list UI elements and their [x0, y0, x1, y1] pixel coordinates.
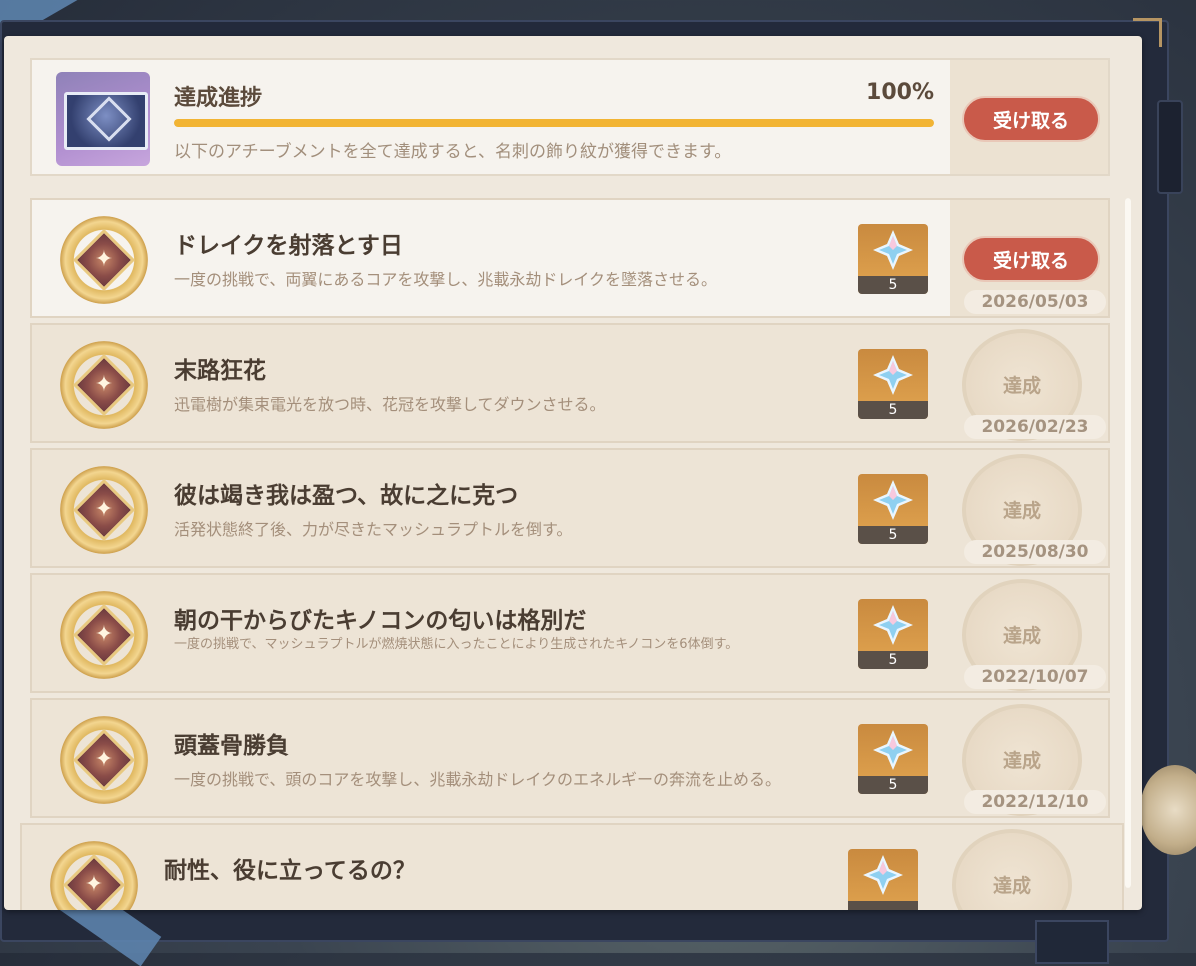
primogem-reward: 5 [858, 599, 928, 669]
achievement-description: 迅電樹が集束電光を放つ時、花冠を攻撃してダウンさせる。 [174, 395, 606, 414]
progress-card: 達成進捗 100% 以下のアチーブメントを全て達成すると、名刺の飾り紋が獲得でき… [30, 58, 1110, 176]
progress-bar-fill [174, 119, 934, 127]
achievement-medal-icon: ✦ [60, 341, 148, 429]
achievement-title: 彼は竭き我は盈つ、故に之に克つ [174, 483, 519, 509]
completed-label: 達成 [1002, 500, 1041, 522]
completed-label: 達成 [1002, 625, 1041, 647]
achievement-description: 一度の挑戦で、頭のコアを攻撃し、兆載永劫ドレイクのエネルギーの奔流を止める。 [174, 770, 782, 789]
progress-description: 以下のアチーブメントを全て達成すると、名刺の飾り紋が獲得できます。 [174, 142, 732, 162]
star-icon: ✦ [94, 497, 114, 522]
achievement-description: 一度の挑戦で、両翼にあるコアを攻撃し、兆載永劫ドレイクを墜落させる。 [174, 270, 718, 289]
claim-reward-button[interactable]: 受け取る [962, 236, 1100, 282]
progress-bar [174, 119, 934, 127]
achievement-title: 頭蓋骨勝負 [174, 733, 289, 759]
star-icon: ✦ [94, 747, 114, 772]
primogem-icon [873, 730, 913, 770]
completion-date: 2026/05/03 [964, 290, 1106, 314]
completion-date: 2026/02/23 [964, 415, 1106, 439]
progress-percent: 100% [866, 80, 934, 105]
reward-count: 5 [858, 276, 928, 294]
completed-label: 達成 [1002, 750, 1041, 772]
achievement-title: 耐性、役に立ってるの？ [164, 858, 416, 884]
completion-date: 2025/08/30 [964, 540, 1106, 564]
achievement-panel: 達成進捗 100% 以下のアチーブメントを全て達成すると、名刺の飾り紋が獲得でき… [4, 36, 1142, 910]
reward-count: 5 [858, 526, 928, 544]
achievement-row[interactable]: ✦ 朝の干からびたキノコンの匂いは格別だ 一度の挑戦で、マッシュラプトルが燃焼状… [30, 573, 1110, 693]
achievement-medal-icon: ✦ [50, 841, 138, 910]
completion-date: 2022/10/07 [964, 665, 1106, 689]
reward-count: 5 [858, 776, 928, 794]
achievement-row[interactable]: ✦ 耐性、役に立ってるの？ 達成 [20, 823, 1124, 910]
star-icon: ✦ [94, 247, 114, 272]
scrollbar-thumb[interactable] [1125, 198, 1131, 888]
primogem-icon [863, 855, 903, 895]
primogem-icon [873, 605, 913, 645]
completed-label: 達成 [1002, 375, 1041, 397]
primogem-icon [873, 355, 913, 395]
namecard-reward-image [56, 72, 150, 166]
achievement-description: 活発状態終了後、力が尽きたマッシュラプトルを倒す。 [174, 520, 573, 539]
claim-namecard-button[interactable]: 受け取る [962, 96, 1100, 142]
primogem-reward: 5 [858, 724, 928, 794]
completed-label: 達成 [992, 875, 1031, 897]
primogem-icon [873, 230, 913, 270]
completion-date: 2022/12/10 [964, 790, 1106, 814]
achievement-row[interactable]: ✦ 頭蓋骨勝負 一度の挑戦で、頭のコアを攻撃し、兆載永劫ドレイクのエネルギーの奔… [30, 698, 1110, 818]
achievement-description: 一度の挑戦で、マッシュラプトルが燃焼状態に入ったことにより生成されたキノコンを6… [174, 637, 739, 652]
star-icon: ✦ [94, 372, 114, 397]
scrollbar[interactable] [1125, 198, 1131, 888]
primogem-icon [873, 480, 913, 520]
achievement-medal-icon: ✦ [60, 591, 148, 679]
achievement-medal-icon: ✦ [60, 716, 148, 804]
achievement-medal-icon: ✦ [60, 216, 148, 304]
achievement-medal-icon: ✦ [60, 466, 148, 554]
reward-count: 5 [858, 401, 928, 419]
primogem-reward [848, 849, 918, 910]
star-icon: ✦ [94, 622, 114, 647]
reward-count [848, 901, 918, 910]
achievement-title: ドレイクを射落とす日 [174, 233, 403, 259]
achievement-row[interactable]: ✦ 末路狂花 迅電樹が集束電光を放つ時、花冠を攻撃してダウンさせる。 5 達成 … [30, 323, 1110, 443]
achievement-title: 末路狂花 [174, 358, 266, 384]
bottom-ornament [1035, 920, 1109, 964]
side-tab[interactable] [1157, 100, 1183, 194]
reward-count: 5 [858, 651, 928, 669]
achievement-row[interactable]: ✦ ドレイクを射落とす日 一度の挑戦で、両翼にあるコアを攻撃し、兆載永劫ドレイク… [30, 198, 1110, 318]
namecard-emblem-icon [86, 96, 132, 142]
achievement-row[interactable]: ✦ 彼は竭き我は盈つ、故に之に克つ 活発状態終了後、力が尽きたマッシュラプトルを… [30, 448, 1110, 568]
progress-title: 達成進捗 [174, 86, 263, 111]
primogem-reward: 5 [858, 349, 928, 419]
primogem-reward: 5 [858, 474, 928, 544]
star-icon: ✦ [84, 872, 104, 897]
achievement-title: 朝の干からびたキノコンの匂いは格別だ [174, 608, 587, 634]
primogem-reward: 5 [858, 224, 928, 294]
